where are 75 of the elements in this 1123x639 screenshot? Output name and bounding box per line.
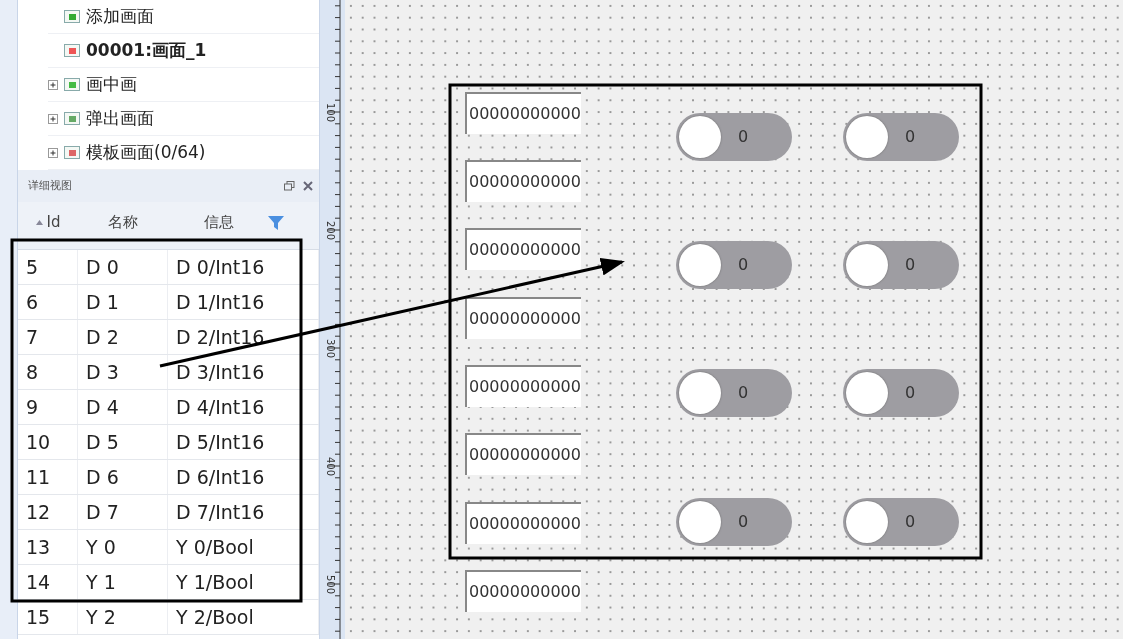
table-cell: D 0/Int16 [168,250,319,284]
screen-icon [64,146,80,159]
toggle-switch[interactable]: 0 [676,241,792,289]
table-cell: 11 [18,460,78,494]
table-cell: 7 [18,320,78,354]
ruler-label: 200 [323,219,337,243]
table-cell: D 5 [78,425,168,459]
table-cell: D 6 [78,460,168,494]
table-cell: 9 [18,390,78,424]
screen-icon [64,78,80,91]
toggle-switch[interactable]: 0 [676,113,792,161]
close-icon[interactable] [303,181,313,191]
table-cell: D 2/Int16 [168,320,319,354]
toggle-switch[interactable]: 0 [843,241,959,289]
ruler-label: 300 [323,337,337,361]
tree-item[interactable]: 画中画 [86,71,137,98]
toggle-switch[interactable]: 0 [676,498,792,546]
table-cell: Y 0 [78,530,168,564]
table-cell: Y 1 [78,565,168,599]
table-cell: D 1 [78,285,168,319]
table-cell: D 4/Int16 [168,390,319,424]
table-cell: D 6/Int16 [168,460,319,494]
table-cell: Y 2 [78,600,168,634]
number-field[interactable]: 00000000000 [465,365,581,407]
column-header[interactable]: 信息 [203,211,234,234]
tree-item[interactable]: 弹出画面 [86,105,154,132]
table-cell: D 7/Int16 [168,495,319,529]
number-field[interactable]: 00000000000 [465,228,581,270]
column-header[interactable]: Id [46,211,61,234]
table-cell: 13 [18,530,78,564]
toggle-switch[interactable]: 0 [843,369,959,417]
table-cell: 5 [18,250,78,284]
table-cell: 12 [18,495,78,529]
table-cell: D 1/Int16 [168,285,319,319]
table-cell: 8 [18,355,78,389]
tree-item[interactable]: 模板画面(0/64) [86,139,206,166]
sort-icon[interactable] [35,220,43,225]
table-cell: D 3/Int16 [168,355,319,389]
table-cell: 15 [18,600,78,634]
table-cell: D 0 [78,250,168,284]
tree-item[interactable]: 添加画面 [86,3,154,30]
filter-icon[interactable] [267,214,284,231]
table-cell: D 4 [78,390,168,424]
table-cell: Y 0/Bool [168,530,319,564]
table-cell: D 2 [78,320,168,354]
restore-icon[interactable] [284,181,295,191]
number-field[interactable]: 00000000000 [465,160,581,202]
table-cell: Y 1/Bool [168,565,319,599]
panel-title: 详细视图 [28,177,72,194]
table-cell: D 5/Int16 [168,425,319,459]
screen-icon [64,10,80,23]
number-field[interactable]: 00000000000 [465,502,581,544]
column-header[interactable]: 名称 [108,211,138,234]
table-cell: Y 2/Bool [168,600,319,634]
number-field[interactable]: 00000000000 [465,297,581,339]
screen-icon [64,44,80,57]
toggle-switch[interactable]: 0 [843,113,959,161]
table-cell: 14 [18,565,78,599]
tree-item[interactable]: 00001:画面_1 [86,37,207,64]
table-cell: D 3 [78,355,168,389]
number-field[interactable]: 00000000000 [465,570,581,612]
number-field[interactable]: 00000000000 [465,433,581,475]
expand-icon[interactable] [48,79,58,90]
table-cell: 6 [18,285,78,319]
toggle-switch[interactable]: 0 [843,498,959,546]
ruler-label: 100 [323,101,337,125]
ruler-label: 500 [323,573,337,597]
expand-icon[interactable] [48,113,58,124]
table-cell: D 7 [78,495,168,529]
number-field[interactable]: 00000000000 [465,92,581,134]
screen-icon [64,112,80,125]
expand-icon[interactable] [48,147,58,158]
table-cell: 10 [18,425,78,459]
ruler-label: 400 [323,455,337,479]
toggle-switch[interactable]: 0 [676,369,792,417]
